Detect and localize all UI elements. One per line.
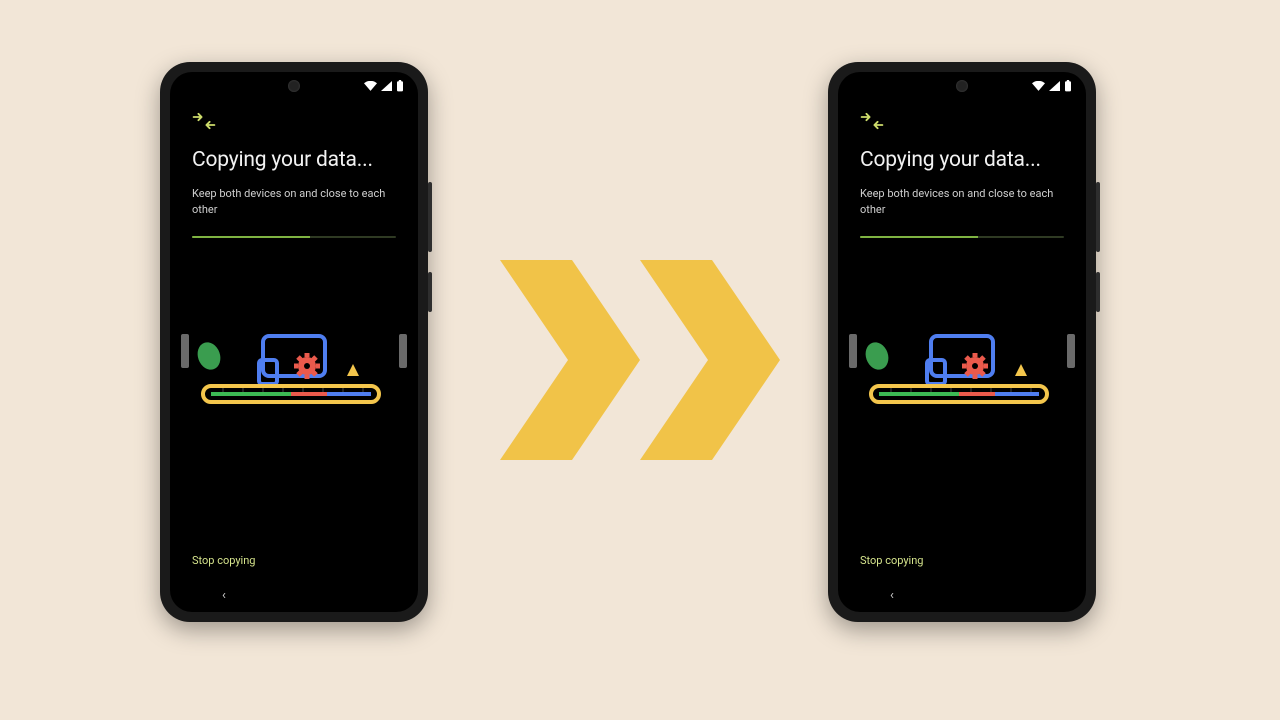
screen-title: Copying your data... xyxy=(860,148,1064,172)
stop-copying-button[interactable]: Stop copying xyxy=(860,554,923,567)
android-navbar: ‹ xyxy=(170,578,418,612)
status-wifi-icon xyxy=(1032,81,1045,91)
transfer-direction-arrows xyxy=(500,260,780,460)
screen-bottom: Stop copying xyxy=(838,549,1086,578)
volume-button xyxy=(1096,182,1100,252)
status-wifi-icon xyxy=(364,81,377,91)
phone-screen-right: Copying your data... Keep both devices o… xyxy=(838,72,1086,612)
screen-subtitle: Keep both devices on and close to each o… xyxy=(192,186,392,218)
progress-bar xyxy=(860,236,1064,238)
phone-screen-left: Copying your data... Keep both devices o… xyxy=(170,72,418,612)
back-icon[interactable]: ‹ xyxy=(222,588,226,603)
phone-mockup-right: Copying your data... Keep both devices o… xyxy=(828,62,1096,622)
chevron-right-icon xyxy=(500,260,640,460)
progress-fill xyxy=(860,236,978,238)
status-signal-icon xyxy=(381,81,392,91)
screen-bottom: Stop copying xyxy=(170,549,418,578)
screen-subtitle: Keep both devices on and close to each o… xyxy=(860,186,1060,218)
power-button xyxy=(428,272,432,312)
transfer-arrows-icon xyxy=(192,112,396,134)
promo-stage: Copying your data... Keep both devices o… xyxy=(0,0,1280,720)
volume-button xyxy=(428,182,432,252)
screen-content: Copying your data... Keep both devices o… xyxy=(170,100,418,549)
progress-fill xyxy=(192,236,310,238)
android-navbar: ‹ xyxy=(838,578,1086,612)
front-camera xyxy=(288,80,300,92)
back-icon[interactable]: ‹ xyxy=(890,588,894,603)
power-button xyxy=(1096,272,1100,312)
screen-content: Copying your data... Keep both devices o… xyxy=(838,100,1086,549)
stop-copying-button[interactable]: Stop copying xyxy=(192,554,255,567)
status-signal-icon xyxy=(1049,81,1060,91)
status-battery-icon xyxy=(1064,80,1072,92)
transfer-arrows-icon xyxy=(860,112,1064,134)
front-camera xyxy=(956,80,968,92)
conveyor-illustration xyxy=(838,320,1086,440)
phone-mockup-left: Copying your data... Keep both devices o… xyxy=(160,62,428,622)
status-battery-icon xyxy=(396,80,404,92)
screen-title: Copying your data... xyxy=(192,148,396,172)
progress-bar xyxy=(192,236,396,238)
chevron-right-icon xyxy=(640,260,780,460)
conveyor-illustration xyxy=(170,320,418,440)
